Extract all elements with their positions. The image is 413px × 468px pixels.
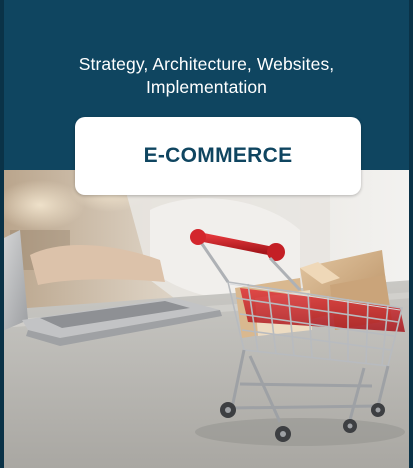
right-edge (409, 0, 413, 468)
service-subtitle: Strategy, Architecture, Websites, Implem… (20, 53, 393, 99)
card-title: E-COMMERCE (143, 144, 293, 167)
ecommerce-card[interactable]: Strategy, Architecture, Websites, Implem… (0, 0, 413, 468)
subtitle-line-1: Strategy, Architecture, Websites, (78, 54, 335, 74)
left-edge (0, 0, 4, 468)
shopping-cart-photo (0, 170, 413, 468)
title-box[interactable]: E-COMMERCE (75, 117, 361, 195)
subtitle-line-2: Implementation (145, 77, 268, 97)
